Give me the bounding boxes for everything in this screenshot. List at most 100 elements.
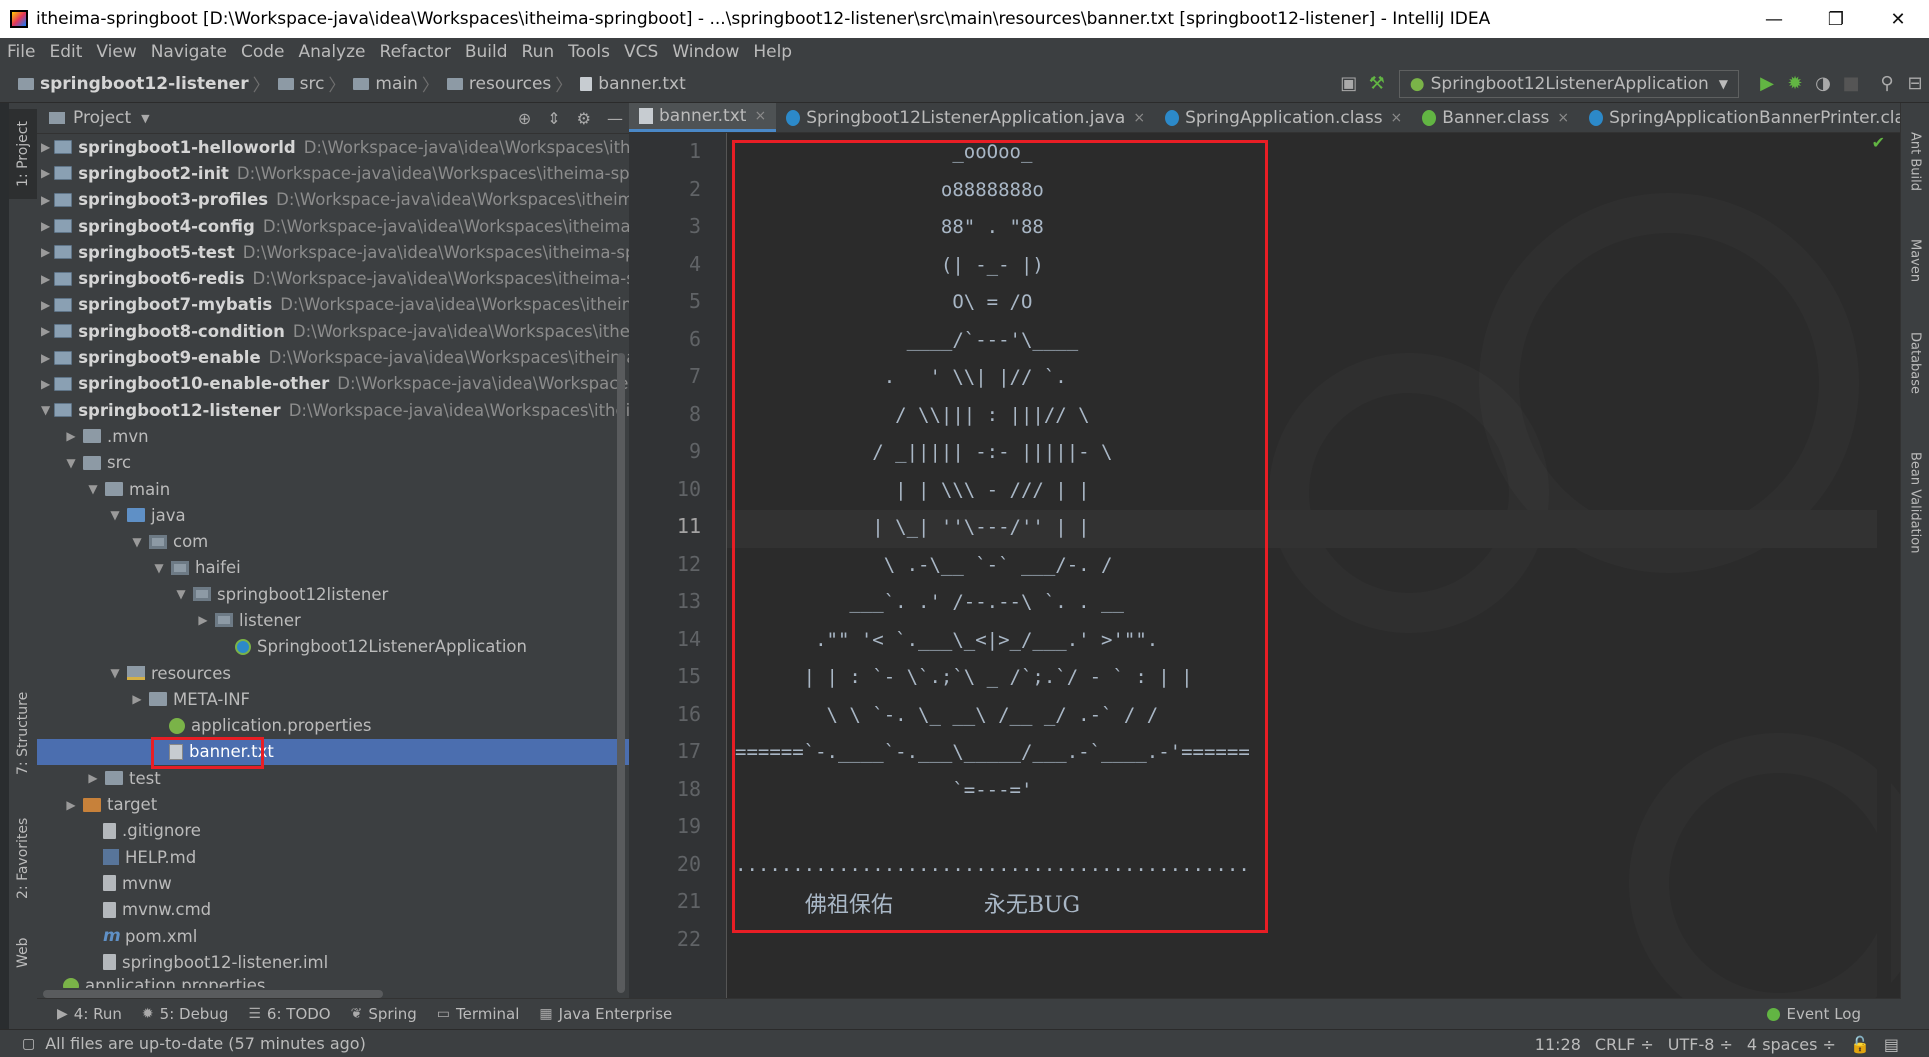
tree-package-row[interactable]: ▼ com xyxy=(37,528,629,554)
gear-icon[interactable]: ⚙ xyxy=(577,109,591,128)
close-icon[interactable]: × xyxy=(1133,110,1145,126)
tree-module-row[interactable]: ▶ springboot8-condition D:\Workspace-java\… xyxy=(37,318,629,344)
expand-icon[interactable]: ▶ xyxy=(85,771,101,785)
menu-edit[interactable]: Edit xyxy=(42,42,89,62)
tool-window-toggle-icon[interactable]: ▢ xyxy=(22,1036,35,1052)
tasks-icon[interactable]: ⊟ xyxy=(1901,70,1929,98)
collapse-all-icon[interactable]: ⇕ xyxy=(547,109,560,128)
tree-folder-row[interactable]: ▶ META-INF xyxy=(37,686,629,712)
tab-run[interactable]: ▶ 4: Run xyxy=(57,1005,122,1023)
tab-bean-validation[interactable]: Bean Validation xyxy=(1901,428,1929,578)
tab-todo[interactable]: ☰ 6: TODO xyxy=(248,1005,330,1023)
expand-icon[interactable]: ▶ xyxy=(63,798,79,812)
tree-file-row-selected[interactable]: banner.txt xyxy=(37,738,629,766)
collapse-icon[interactable]: ▼ xyxy=(41,403,50,417)
notifications-icon[interactable]: ▤ xyxy=(1884,1035,1899,1054)
tab-banner-txt[interactable]: banner.txt × xyxy=(629,103,777,132)
run-config-select[interactable]: ● Springboot12ListenerApplication ▼ xyxy=(1398,69,1739,98)
menu-help[interactable]: Help xyxy=(746,42,799,62)
tree-folder-row[interactable]: ▶ test xyxy=(37,765,629,791)
breadcrumb-module[interactable]: springboot12-listener xyxy=(40,74,249,94)
expand-icon[interactable]: ▶ xyxy=(195,613,211,627)
tab-debug[interactable]: ✹ 5: Debug xyxy=(142,1005,228,1023)
locate-icon[interactable]: ⊕ xyxy=(518,109,531,128)
tree-module-row[interactable]: ▶ springboot10-enable-other D:\Workspace-j… xyxy=(37,371,629,397)
tab-maven[interactable]: Maven xyxy=(1901,221,1929,301)
collapse-icon[interactable]: ▼ xyxy=(85,482,101,496)
tree-module-row[interactable]: ▶ springboot1-helloworld D:\Workspace-java… xyxy=(37,134,629,160)
tree-file-row[interactable]: springboot12-listener.iml xyxy=(37,949,629,975)
event-log-button[interactable]: Event Log xyxy=(1767,999,1861,1029)
tree-module-row[interactable]: ▶ springboot6-redis D:\Workspace-java\idea… xyxy=(37,265,629,291)
expand-icon[interactable]: ▶ xyxy=(41,193,50,207)
expand-icon[interactable]: ▶ xyxy=(129,692,145,706)
expand-icon[interactable]: ▶ xyxy=(41,219,50,233)
menu-run[interactable]: Run xyxy=(515,42,562,62)
menu-build[interactable]: Build xyxy=(458,42,515,62)
tree-module-row[interactable]: ▶ springboot5-test D:\Workspace-java\idea\… xyxy=(37,239,629,265)
tab-structure-tool[interactable]: 7: Structure xyxy=(9,683,37,783)
close-icon[interactable]: × xyxy=(1391,110,1403,126)
expand-icon[interactable]: ▶ xyxy=(41,324,50,338)
project-panel-title[interactable]: Project xyxy=(73,108,131,128)
collapse-icon[interactable]: ▼ xyxy=(107,508,123,522)
breadcrumb-src[interactable]: src xyxy=(300,74,325,94)
tab-database[interactable]: Database xyxy=(1901,313,1929,413)
menu-code[interactable]: Code xyxy=(234,42,292,62)
tree-folder-row[interactable]: ▼ main xyxy=(37,476,629,502)
tree-file-row[interactable]: mvnw xyxy=(37,870,629,896)
tree-module-row[interactable]: ▶ springboot7-mybatis D:\Workspace-java\id… xyxy=(37,292,629,318)
tab-spring[interactable]: ❦ Spring xyxy=(351,1005,417,1023)
tab-terminal[interactable]: ▭ Terminal xyxy=(437,1005,520,1023)
expand-icon[interactable]: ▶ xyxy=(41,377,50,391)
tree-folder-row[interactable]: ▼ resources xyxy=(37,660,629,686)
tab-banner-class[interactable]: Banner.class × xyxy=(1412,103,1579,132)
tab-ant-build[interactable]: Ant Build xyxy=(1901,111,1929,211)
expand-icon[interactable]: ▶ xyxy=(41,245,50,259)
project-horizontal-scrollbar[interactable] xyxy=(43,990,383,998)
menu-vcs[interactable]: VCS xyxy=(617,42,665,62)
collapse-icon[interactable]: ▼ xyxy=(173,587,189,601)
collapse-icon[interactable]: ▼ xyxy=(63,456,79,470)
tab-web-tool[interactable]: Web xyxy=(9,923,37,983)
stop-icon[interactable]: ■ xyxy=(1837,70,1865,98)
tree-package-row[interactable]: ▶ listener xyxy=(37,607,629,633)
tree-package-row[interactable]: ▼ springboot12listener xyxy=(37,581,629,607)
chevron-down-icon[interactable]: ▼ xyxy=(141,112,149,125)
tab-springapplication-class[interactable]: SpringApplication.class × xyxy=(1155,103,1412,132)
tree-file-row[interactable]: mvnw.cmd xyxy=(37,897,629,923)
tree-file-row[interactable]: HELP.md xyxy=(37,844,629,870)
tree-folder-row[interactable]: ▼ src xyxy=(37,450,629,476)
line-separator[interactable]: CRLF ÷ xyxy=(1595,1035,1654,1054)
tree-folder-row[interactable]: ▶ .mvn xyxy=(37,423,629,449)
editor-scrollbar[interactable] xyxy=(1877,133,1891,998)
collapse-icon[interactable]: ▼ xyxy=(129,535,145,549)
tab-project-tool[interactable]: 1: Project xyxy=(9,109,37,199)
search-icon[interactable]: ⚲ xyxy=(1873,70,1901,98)
build-hammer-icon[interactable]: ⚒ xyxy=(1363,70,1391,98)
menu-analyze[interactable]: Analyze xyxy=(292,42,373,62)
breadcrumb-file[interactable]: banner.txt xyxy=(598,74,685,94)
hide-panel-icon[interactable]: — xyxy=(607,109,623,128)
tab-java-enterprise[interactable]: ▦ Java Enterprise xyxy=(539,1005,672,1023)
tree-file-row[interactable]: m pom.xml xyxy=(37,923,629,949)
maximize-button[interactable]: ❐ xyxy=(1805,0,1867,38)
tab-bannerprinter-class[interactable]: SpringApplicationBannerPrinter.class × xyxy=(1579,103,1929,132)
expand-icon[interactable]: ▶ xyxy=(41,351,50,365)
tree-module-row[interactable]: ▶ springboot9-enable D:\Workspace-java\ide… xyxy=(37,344,629,370)
collapse-icon[interactable]: ▼ xyxy=(107,666,123,680)
close-icon[interactable]: × xyxy=(1557,110,1569,126)
menu-navigate[interactable]: Navigate xyxy=(144,42,234,62)
menu-view[interactable]: View xyxy=(89,42,143,62)
project-vertical-scrollbar[interactable] xyxy=(617,353,625,993)
lock-icon[interactable]: 🔓 xyxy=(1850,1035,1870,1054)
indent-setting[interactable]: 4 spaces ÷ xyxy=(1747,1035,1836,1054)
close-window-button[interactable]: ✕ xyxy=(1867,0,1929,38)
collapse-icon[interactable]: ▼ xyxy=(151,561,167,575)
debug-icon[interactable]: ✹ xyxy=(1781,70,1809,98)
close-icon[interactable]: × xyxy=(754,108,766,124)
tree-file-row[interactable]: Springboot12ListenerApplication xyxy=(37,634,629,660)
project-structure-icon[interactable]: ▣ xyxy=(1335,70,1363,98)
caret-position[interactable]: 11:28 xyxy=(1535,1035,1581,1054)
tree-module-row[interactable]: ▶ springboot4-config D:\Workspace-java\ide… xyxy=(37,213,629,239)
